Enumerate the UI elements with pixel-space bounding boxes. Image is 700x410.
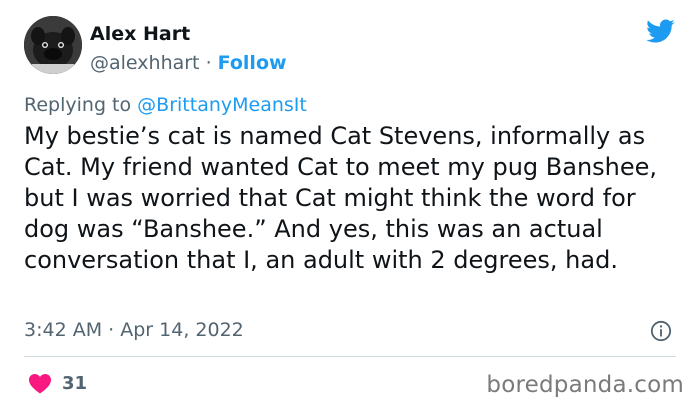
reply-mention-link[interactable]: @BrittanyMeansIt [137,94,307,116]
tweet-date: Apr 14, 2022 [120,319,244,341]
like-count: 31 [62,372,88,394]
heart-icon [29,374,51,394]
author-block: Alex Hart @alexhhart · Follow [90,22,287,76]
handle-line: @alexhhart · Follow [90,50,287,76]
tweet-header: Alex Hart @alexhhart · Follow [24,16,676,80]
follow-button[interactable]: Follow [218,52,287,74]
twitter-bird-icon[interactable] [644,16,676,46]
timestamp-separator: · [108,319,115,341]
pug-avatar-image [24,16,82,74]
info-icon[interactable] [650,320,672,342]
author-name[interactable]: Alex Hart [90,22,287,46]
divider [24,356,676,357]
like-button[interactable]: 31 [28,372,87,394]
reply-prefix: Replying to [24,94,132,116]
avatar[interactable] [24,16,82,74]
replying-to: Replying to @BrittanyMeansIt [24,94,307,116]
handle-separator: · [205,52,212,74]
tweet-text: My bestie’s cat is named Cat Stevens, in… [24,122,658,274]
watermark: boredpanda.com [486,372,684,398]
tweet-time: 3:42 AM [24,319,103,341]
tweet-timestamp[interactable]: 3:42 AM · Apr 14, 2022 [24,319,244,341]
author-handle[interactable]: @alexhhart [90,52,200,74]
